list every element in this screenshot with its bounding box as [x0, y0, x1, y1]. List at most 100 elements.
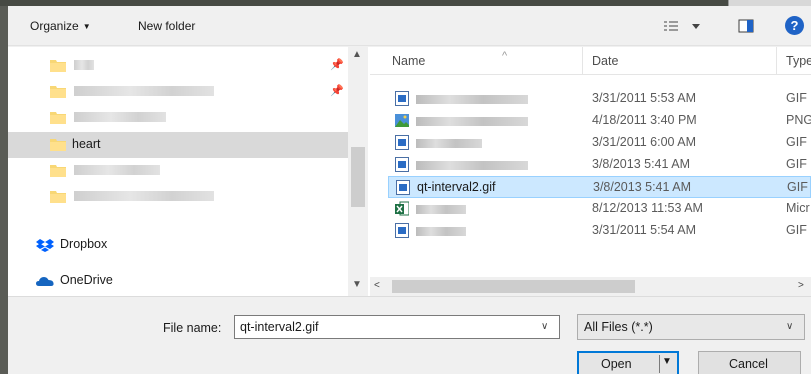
scroll-right-icon[interactable]: >: [798, 280, 804, 291]
column-divider[interactable]: [776, 47, 777, 75]
nav-scrollbar[interactable]: ▲ ▼: [348, 47, 368, 296]
nav-folder-item[interactable]: 📌: [8, 53, 348, 79]
scroll-down-icon[interactable]: ▼: [352, 279, 362, 290]
file-date: 4/18/2011 3:40 PM: [592, 113, 697, 127]
pin-icon[interactable]: 📌: [330, 84, 344, 98]
column-divider[interactable]: [582, 47, 583, 75]
folder-icon: [50, 191, 66, 203]
change-view-button[interactable]: [664, 18, 708, 34]
file-row[interactable]: 3/8/2013 5:41 AM GIF I: [388, 154, 811, 176]
file-type-filter-select[interactable]: All Files (*.*) ∨: [577, 314, 805, 340]
file-type: Micr: [786, 201, 810, 215]
file-date: 3/31/2011 5:53 AM: [592, 91, 697, 105]
file-row[interactable]: 3/31/2011 6:00 AM GIF I: [388, 132, 811, 154]
details-view-icon: [664, 21, 700, 31]
column-header-name[interactable]: Name ^: [392, 50, 507, 68]
navigation-pane: 📌 📌 heart Dropbox OneDrive: [8, 47, 370, 296]
preview-pane-icon: [738, 19, 754, 33]
nav-dropbox[interactable]: Dropbox: [8, 233, 348, 259]
scroll-thumb[interactable]: [351, 147, 365, 207]
open-label: Open: [601, 357, 632, 371]
redacted-filename: [416, 139, 482, 148]
help-button[interactable]: ?: [785, 16, 804, 35]
file-list: Name ^ Date Type 3/31/2011 5:53 AM GIF I…: [370, 47, 811, 296]
nav-folder-heart[interactable]: heart: [8, 132, 348, 158]
folder-icon: [50, 112, 66, 124]
folder-icon: [50, 139, 66, 151]
folder-icon: [50, 86, 66, 98]
column-name-label: Name: [392, 54, 426, 68]
folder-icon: [50, 165, 66, 177]
scroll-thumb[interactable]: [392, 280, 635, 293]
nav-folder-item[interactable]: [8, 184, 348, 210]
file-row[interactable]: 8/12/2013 11:53 AM Micr: [388, 198, 811, 220]
dropbox-icon: [36, 239, 54, 252]
filter-value: All Files (*.*): [584, 320, 653, 334]
file-row[interactable]: 3/31/2011 5:53 AM GIF I: [388, 88, 811, 110]
open-button[interactable]: Open ▼: [577, 351, 679, 374]
gif-file-icon: [395, 157, 409, 172]
gif-file-icon: [396, 180, 410, 195]
preview-pane-button[interactable]: [738, 18, 754, 34]
file-name-label: File name:: [163, 321, 222, 335]
nav-folder-item[interactable]: 📌: [8, 79, 348, 105]
caret-down-icon: ▼: [82, 22, 91, 31]
png-file-icon: [395, 114, 409, 127]
file-row[interactable]: 3/31/2011 5:54 AM GIF I: [388, 220, 811, 242]
redacted-filename: [416, 117, 528, 126]
file-date: 3/31/2011 5:54 AM: [592, 223, 697, 237]
column-header-row: Name ^ Date Type: [370, 47, 811, 75]
redacted-text: [74, 86, 214, 96]
gif-file-icon: [395, 91, 409, 106]
file-type: GIF I: [786, 223, 811, 237]
file-type: GIF I: [786, 91, 811, 105]
nav-folder-item[interactable]: [8, 158, 348, 184]
redacted-text: [74, 112, 166, 122]
toolbar: Organize ▼ New folder ?: [8, 6, 811, 46]
redacted-text: [74, 165, 160, 175]
cancel-button[interactable]: Cancel: [698, 351, 801, 374]
file-list-hscrollbar[interactable]: < >: [370, 277, 811, 296]
file-name-input[interactable]: qt-interval2.gif ∨: [234, 315, 560, 339]
redacted-filename: [416, 205, 466, 214]
open-options-button[interactable]: ▼: [659, 355, 673, 373]
redacted-text: [74, 191, 214, 201]
background-window-edge: [0, 6, 8, 374]
chevron-down-icon: ∨: [786, 321, 794, 332]
redacted-filename: [416, 227, 466, 236]
file-row-selected[interactable]: qt-interval2.gif 3/8/2013 5:41 AM GIF I: [388, 176, 811, 198]
scroll-up-icon[interactable]: ▲: [352, 49, 362, 60]
chevron-down-icon[interactable]: ∨: [541, 321, 548, 332]
file-name: qt-interval2.gif: [417, 180, 496, 194]
column-header-date[interactable]: Date: [592, 54, 618, 68]
file-date: 3/8/2013 5:41 AM: [592, 157, 690, 171]
file-name-value: qt-interval2.gif: [240, 320, 319, 334]
file-type: GIF I: [786, 157, 811, 171]
redacted-text: [74, 60, 94, 70]
onedrive-label: OneDrive: [60, 273, 113, 287]
organize-button[interactable]: Organize ▼: [26, 17, 95, 35]
pin-icon[interactable]: 📌: [330, 58, 344, 72]
nav-folder-label: heart: [72, 137, 101, 151]
folder-icon: [50, 60, 66, 72]
caret-down-icon: ▼: [662, 356, 672, 367]
onedrive-icon: [36, 277, 54, 286]
column-header-type[interactable]: Type: [786, 54, 811, 68]
gif-file-icon: [395, 223, 409, 238]
dropbox-label: Dropbox: [60, 237, 108, 251]
file-type: GIF I: [786, 135, 811, 149]
file-date: 8/12/2013 11:53 AM: [592, 201, 703, 215]
file-type: GIF I: [787, 180, 811, 194]
nav-folder-item[interactable]: [8, 105, 348, 131]
organize-label: Organize: [30, 19, 79, 33]
sort-ascending-icon: ^: [502, 50, 508, 62]
scroll-left-icon[interactable]: <: [374, 280, 380, 291]
file-row[interactable]: 4/18/2011 3:40 PM PNG: [388, 110, 811, 132]
cancel-label: Cancel: [729, 357, 768, 371]
excel-file-icon: [395, 201, 409, 216]
gif-file-icon: [395, 135, 409, 150]
redacted-filename: [416, 161, 528, 170]
new-folder-button[interactable]: New folder: [134, 17, 199, 35]
nav-onedrive[interactable]: OneDrive: [8, 269, 348, 295]
dialog-footer: File name: qt-interval2.gif ∨ All Files …: [8, 296, 811, 374]
